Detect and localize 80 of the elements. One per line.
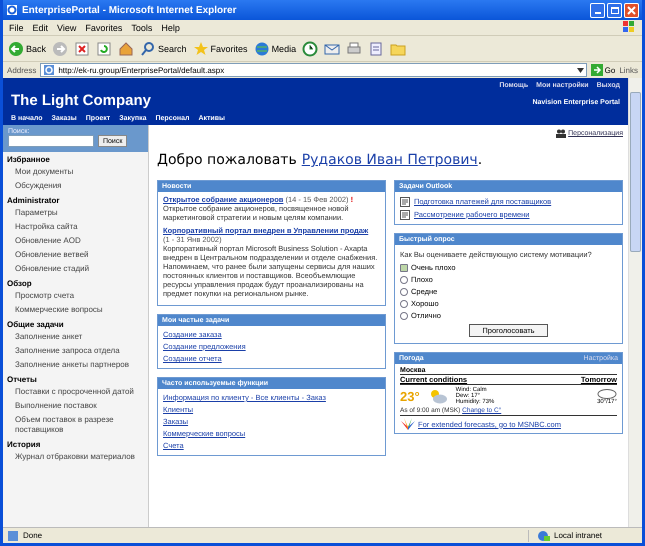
go-arrow-icon (590, 64, 603, 76)
star-button[interactable]: Favorites (192, 40, 249, 58)
user-name-link[interactable]: Рудаков Иван Петрович (302, 152, 478, 168)
dropdown-arrow-icon[interactable] (576, 68, 584, 72)
search-field[interactable] (8, 135, 94, 147)
refresh-icon (96, 40, 112, 56)
address-field[interactable]: http://ek-ru.group/EnterprisePortal/default.aspx (40, 63, 587, 77)
sidebar-item[interactable]: Мои документы (3, 165, 148, 179)
window-title: EnterprisePortal - Microsoft Internet Explorer (22, 4, 238, 16)
temperature: 23° (400, 388, 420, 404)
notepad-icon (400, 196, 410, 206)
sidebar-item[interactable]: Заполнение анкет (3, 330, 148, 344)
stop-icon (74, 40, 90, 56)
radio-button[interactable] (400, 300, 408, 308)
sidebar-heading: Общие задачи (6, 319, 65, 330)
sidebar-item[interactable]: Журнал отбраковки материалов (3, 450, 148, 464)
menu-item[interactable]: File (9, 22, 24, 32)
page-done-icon (7, 530, 19, 542)
page-icon (43, 64, 56, 76)
maximize-button[interactable] (607, 2, 622, 18)
clock-button[interactable] (301, 40, 320, 58)
sidebar-heading: Обзор (6, 278, 33, 289)
menu-item[interactable]: Edit (32, 22, 48, 32)
back-arrow-button[interactable]: Back (7, 40, 48, 58)
printer-icon (346, 40, 362, 56)
scrollbar-thumb[interactable] (630, 92, 641, 252)
minimize-button[interactable] (590, 2, 605, 18)
sidebar-item[interactable]: Обновление AOD (3, 234, 148, 248)
search-icon (140, 40, 156, 56)
links-button[interactable]: Links (619, 66, 638, 74)
star-icon (192, 40, 209, 56)
home-icon (118, 40, 134, 56)
calendar-icon (400, 210, 410, 220)
scrollbar[interactable] (628, 78, 642, 527)
sidebar-item[interactable]: Обсуждения (3, 179, 148, 193)
radio-button[interactable] (400, 276, 408, 284)
intranet-icon (537, 530, 551, 542)
menu-item[interactable]: Tools (131, 22, 152, 32)
globe-button[interactable]: Media (252, 40, 298, 58)
close-button[interactable] (624, 2, 639, 18)
zone-text: Local intranet (554, 531, 602, 540)
sidebar-item[interactable]: Заполнение запроса отдела (3, 344, 148, 358)
sidebar-heading: Избранное (6, 154, 51, 165)
welcome-text: Добро пожаловать (157, 152, 297, 168)
document-icon (368, 40, 384, 56)
radio-button[interactable] (400, 312, 408, 320)
sidebar-item[interactable]: Просмотр счета (3, 289, 148, 303)
people-icon (556, 129, 566, 138)
sidebar-item[interactable]: Выполнение поставок (3, 399, 148, 413)
sidebar-item[interactable]: Обновление стадий (3, 262, 148, 276)
address-label: Address (7, 66, 36, 74)
cloud-icon (597, 387, 617, 399)
menu-item[interactable]: Favorites (85, 22, 122, 32)
globe-icon (254, 40, 270, 56)
sidebar-item[interactable]: Заполнение анкеты партнеров (3, 358, 148, 372)
sidebar-heading: Administrator (6, 195, 60, 206)
company-name: The Light Company (11, 92, 151, 109)
go-button[interactable]: Go (590, 64, 616, 76)
sidebar-heading: История (6, 439, 42, 450)
refresh-button[interactable] (95, 40, 114, 58)
sidebar-item[interactable]: Обновление ветвей (3, 248, 148, 262)
home-button[interactable] (117, 40, 136, 58)
radio-button[interactable] (400, 288, 408, 296)
sidebar-item[interactable]: Поставки с просроченной датой (3, 385, 148, 399)
search-button[interactable]: Search (139, 40, 188, 58)
browser-icon (6, 4, 18, 16)
sidebar-heading: Отчеты (6, 374, 38, 385)
menu-item[interactable]: Help (161, 22, 180, 32)
peacock-logo-icon (400, 418, 416, 430)
clock-icon (302, 40, 318, 56)
radio-button[interactable] (400, 264, 408, 272)
sidebar-item[interactable]: Коммерческие вопросы (3, 303, 148, 317)
period-text: . (478, 152, 482, 168)
close-icon (627, 6, 636, 14)
status-text: Done (23, 531, 42, 540)
sidebar-item[interactable]: Настройка сайта (3, 220, 148, 234)
menu-item[interactable]: View (57, 22, 76, 32)
sidebar-item[interactable]: Объем поставок в разрезе поставщиков (3, 413, 148, 437)
sidebar-item[interactable]: Параметры (3, 206, 148, 220)
stop-button[interactable] (73, 40, 92, 58)
